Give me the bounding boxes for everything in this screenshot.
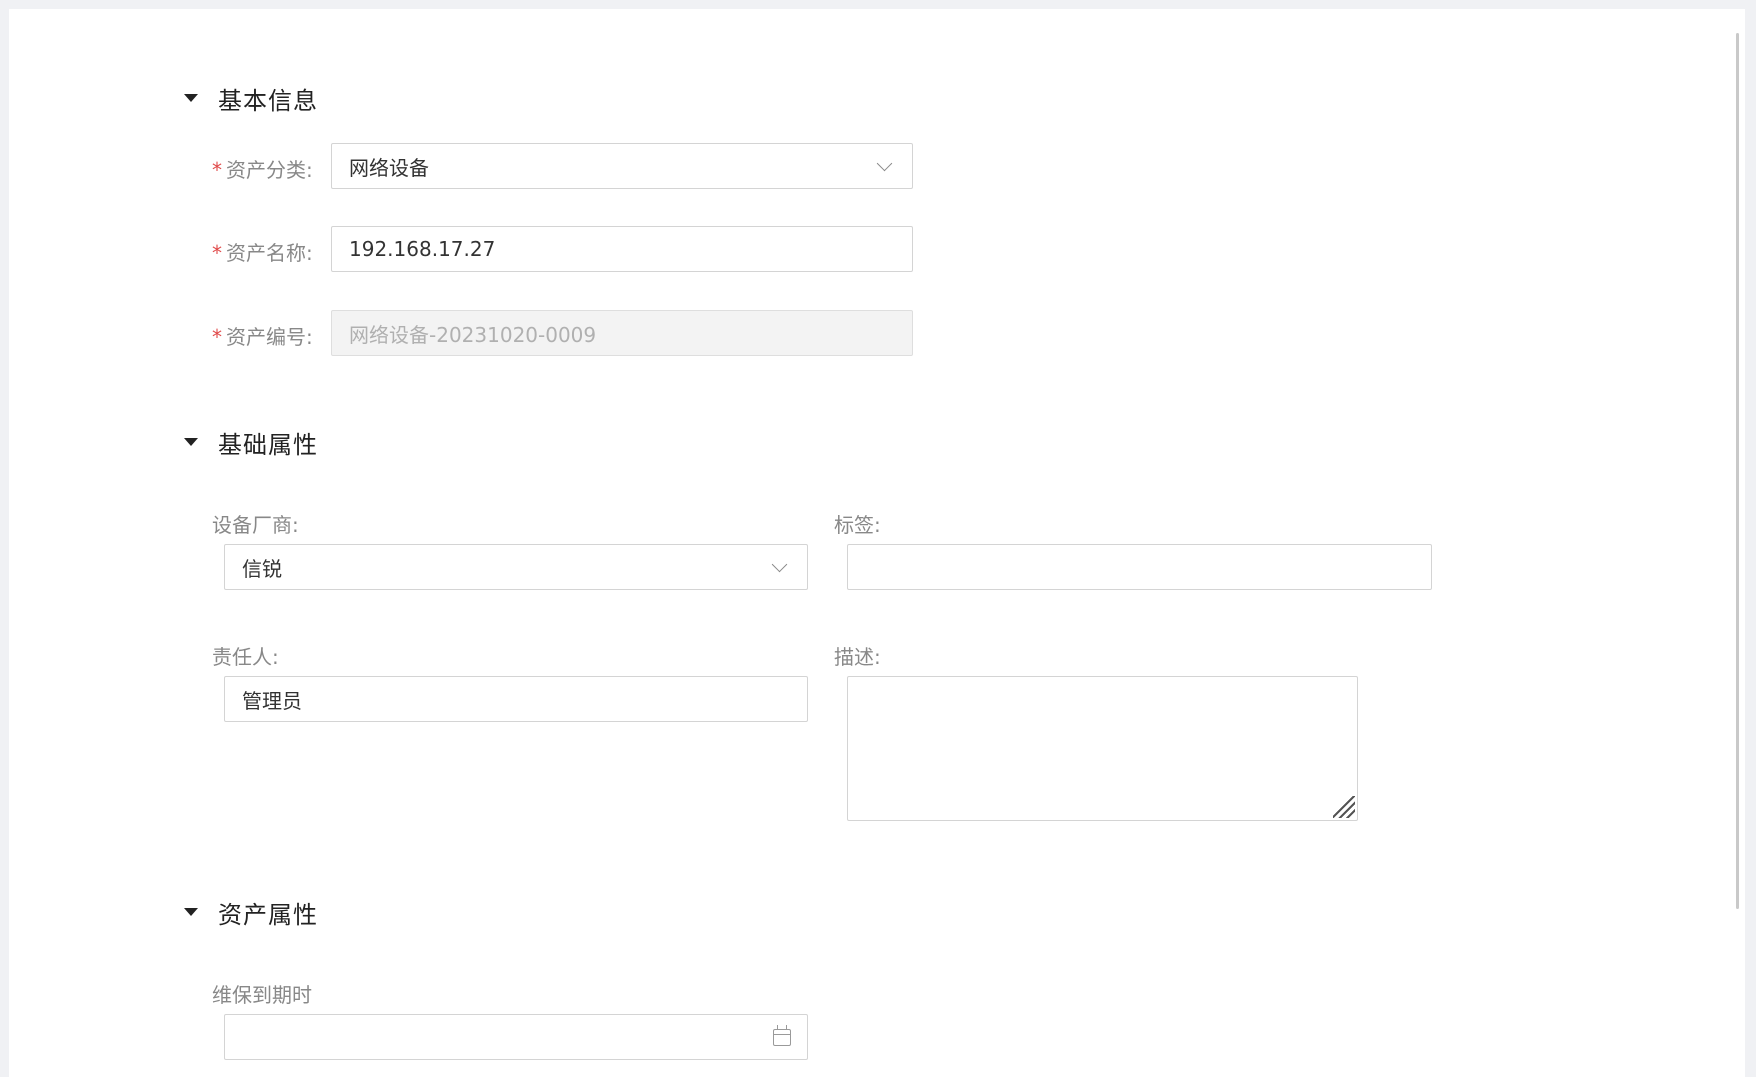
owner-value: 管理员 (242, 688, 302, 713)
asset-number-value: 网络设备-20231020-0009 (349, 322, 597, 347)
vendor-label: 设备厂商: (212, 513, 299, 537)
section-basic-info[interactable]: 基本信息 (184, 80, 318, 116)
vendor-select[interactable]: 信锐 (224, 544, 808, 590)
required-mark: * (212, 158, 222, 182)
owner-label: 责任人: (212, 645, 279, 669)
tags-label: 标签: (834, 513, 881, 537)
asset-form-page: 基本信息 * 资产分类: 网络设备 * 资产名称: 192.168.17.27 * 资… (9, 9, 1745, 1077)
asset-number-input: 网络设备-20231020-0009 (331, 310, 913, 356)
required-mark: * (212, 241, 222, 265)
vendor-value: 信锐 (242, 556, 282, 581)
chevron-down-icon (771, 556, 788, 572)
asset-category-select[interactable]: 网络设备 (331, 143, 913, 189)
owner-input[interactable]: 管理员 (224, 676, 808, 722)
asset-category-value: 网络设备 (349, 155, 429, 180)
tags-input[interactable] (847, 544, 1432, 590)
asset-name-input[interactable]: 192.168.17.27 (331, 226, 913, 272)
calendar-icon (773, 1024, 791, 1046)
description-label: 描述: (834, 645, 881, 669)
asset-number-label: * 资产编号: (212, 325, 313, 349)
section-title: 资产属性 (218, 900, 318, 929)
section-asset-attributes[interactable]: 资产属性 (184, 894, 318, 930)
section-base-attributes[interactable]: 基础属性 (184, 424, 318, 460)
caret-down-icon[interactable] (184, 94, 198, 102)
section-title: 基本信息 (218, 86, 318, 115)
asset-name-value: 192.168.17.27 (349, 237, 496, 261)
caret-down-icon[interactable] (184, 438, 198, 446)
vertical-scrollbar[interactable] (1736, 33, 1739, 909)
warranty-expiry-date-picker[interactable] (224, 1014, 808, 1060)
asset-category-label: * 资产分类: (212, 158, 313, 182)
description-textarea[interactable] (847, 676, 1358, 821)
section-title: 基础属性 (218, 430, 318, 459)
warranty-expiry-label: 维保到期时 (212, 983, 312, 1007)
resize-handle-icon[interactable] (1333, 796, 1355, 818)
required-mark: * (212, 325, 222, 349)
caret-down-icon[interactable] (184, 908, 198, 916)
chevron-down-icon (876, 155, 893, 171)
asset-name-label: * 资产名称: (212, 241, 313, 265)
